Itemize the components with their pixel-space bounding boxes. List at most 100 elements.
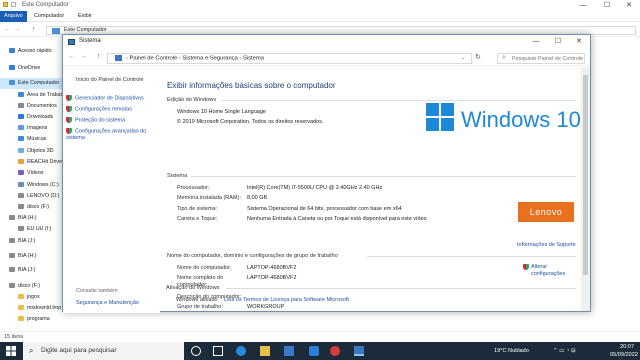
start-icon[interactable] xyxy=(6,346,16,356)
control-panel-home-link[interactable]: Início do Painel de Controle xyxy=(76,77,144,83)
system-protection-link[interactable]: Proteção do sistema xyxy=(66,117,125,123)
security-maintenance-link[interactable]: Segurança e Manutenção xyxy=(76,300,139,306)
file-explorer-icon[interactable] xyxy=(260,346,270,356)
app-icon[interactable] xyxy=(330,346,340,356)
back-icon[interactable]: ← xyxy=(67,53,76,60)
chevron-down-icon[interactable]: ⌄ xyxy=(461,55,465,61)
sidebar-item[interactable]: Músicas xyxy=(0,134,62,145)
sidebar-item[interactable]: msdownld.tmp xyxy=(0,303,62,314)
forward-icon[interactable]: → xyxy=(79,53,88,60)
sidebar-item-icon xyxy=(18,294,24,300)
activation-section-title: Ativação do Windows xyxy=(166,285,220,291)
remote-settings-link[interactable]: Configurações remotas xyxy=(66,106,132,112)
navigation-pane: Acesso rápido OneDrive Este Computador Área… xyxy=(0,40,62,330)
task-view-icon[interactable] xyxy=(213,346,223,356)
lenovo-logo: Lenovo xyxy=(518,202,574,222)
explorer-title: Este Computador xyxy=(22,2,69,8)
close-button[interactable]: ✕ xyxy=(568,36,590,47)
taskbar-search-input[interactable]: Digite aqui para pesquisar xyxy=(23,342,184,360)
sidebar-item[interactable]: Downloads xyxy=(0,112,62,123)
close-button[interactable]: ✕ xyxy=(618,0,640,11)
quick-access-icon[interactable] xyxy=(11,2,16,7)
maximize-button[interactable]: ☐ xyxy=(547,36,569,47)
back-icon[interactable]: ← xyxy=(4,26,11,33)
windows-logo-icon xyxy=(426,103,454,131)
system-window: Sistema — ☐ ✕ ← → ↑ › Painel de Controle… xyxy=(62,34,591,313)
sidebar-item[interactable]: BIA (H:) xyxy=(0,251,62,262)
breadcrumb: › Painel de Controle › Sistema e Seguran… xyxy=(115,55,264,62)
system-type-label: Tipo de sistema: xyxy=(177,206,218,212)
sidebar-item-icon xyxy=(9,65,15,71)
see-also-label: Consulte também xyxy=(76,288,118,294)
maximize-button[interactable]: ☐ xyxy=(596,0,618,11)
sidebar-item[interactable]: REACHit Drive xyxy=(0,157,62,168)
mail-icon[interactable] xyxy=(309,346,319,356)
sidebar-item[interactable]: Windows (C:) xyxy=(0,180,62,191)
sidebar-item[interactable]: jogos xyxy=(0,292,62,303)
search-icon: ⌕ xyxy=(502,54,506,61)
license-terms-link[interactable]: Leia os Termos de Licença para Software … xyxy=(224,297,349,303)
sidebar-item-label: Documentos xyxy=(27,103,57,109)
pen-touch-label: Caneta e Toque: xyxy=(177,216,218,222)
clock-date[interactable]: 05/09/2022 xyxy=(610,352,638,358)
breadcrumb-system[interactable]: Sistema xyxy=(243,56,264,62)
sidebar-item[interactable]: LENOVO (D:) xyxy=(0,191,62,202)
clock-time[interactable]: 20:07 xyxy=(620,344,634,350)
sidebar-item-label: BIA (H:) xyxy=(18,253,37,259)
store-icon[interactable] xyxy=(284,346,294,356)
system-type-value: Sistema Operacional de 64 bits, processa… xyxy=(247,206,402,212)
sidebar-item-label: OneDrive xyxy=(18,65,41,71)
workgroup-value: WORKGROUP xyxy=(247,304,285,310)
tab-exibir[interactable]: Exibir xyxy=(74,11,96,22)
explorer-titlebar: Este Computador — ☐ ✕ xyxy=(0,0,640,11)
sidebar-item[interactable]: disco (F:) xyxy=(0,202,62,213)
shield-icon xyxy=(66,117,72,123)
sidebar-item[interactable]: Este Computador xyxy=(0,78,62,89)
name-section-title: Nome do computador, domínio e configuraç… xyxy=(167,253,338,259)
support-info-link[interactable]: Informações de Suporte xyxy=(517,242,576,248)
tab-arquivo[interactable]: Arquivo xyxy=(0,11,27,22)
edge-icon[interactable] xyxy=(236,346,246,356)
shield-icon xyxy=(66,95,72,101)
sidebar-item-icon xyxy=(18,305,24,311)
sidebar-item[interactable]: Objetos 3D xyxy=(0,146,62,157)
sidebar-item[interactable]: BIA (J:) xyxy=(0,236,62,247)
cortana-icon[interactable] xyxy=(191,346,201,356)
sidebar-item[interactable]: BIA (H:) xyxy=(0,213,62,224)
refresh-icon[interactable]: ↻ xyxy=(475,53,481,61)
up-icon[interactable]: ↑ xyxy=(32,26,36,33)
sidebar-item[interactable]: Acesso rápido xyxy=(0,46,62,57)
weather-text[interactable]: 19°C Nublado xyxy=(494,348,529,354)
pen-touch-value: Nenhuma Entrada à Caneta ou por Toque es… xyxy=(247,216,427,222)
computer-icon xyxy=(52,28,60,34)
up-icon[interactable]: ↑ xyxy=(94,53,103,60)
breadcrumb-system-security[interactable]: Sistema e Segurança xyxy=(182,56,237,62)
sidebar-item-icon xyxy=(18,170,24,176)
sidebar-item[interactable]: Documentos xyxy=(0,101,62,112)
advanced-settings-link[interactable]: Configurações avançadas do sistema xyxy=(66,128,156,142)
sidebar-item[interactable]: Imagens xyxy=(0,123,62,134)
address-text: Este Computador xyxy=(64,27,107,33)
sidebar-item[interactable]: programa xyxy=(0,314,62,325)
tray-icons[interactable]: ⌃ ▭ ◔ ⊟ xyxy=(553,348,576,354)
minimize-button[interactable]: — xyxy=(572,0,594,11)
sidebar-item-icon xyxy=(18,159,24,165)
breadcrumb-control-panel[interactable]: Painel de Controle xyxy=(130,56,178,62)
tab-computador[interactable]: Computador xyxy=(30,11,68,22)
device-manager-link[interactable]: Gerenciador de Dispositivos xyxy=(66,95,144,101)
sidebar-item[interactable]: disco (F:) xyxy=(0,281,62,292)
forward-icon[interactable]: → xyxy=(14,26,21,33)
sidebar-item[interactable]: Área de Trabal xyxy=(0,90,62,101)
sidebar-item-label: Vídeos xyxy=(27,170,44,176)
minimize-button[interactable]: — xyxy=(525,36,547,47)
sidebar-item[interactable]: Vídeos xyxy=(0,168,62,179)
sidebar-item[interactable]: EU UU (I:) xyxy=(0,224,62,235)
sidebar-item[interactable]: OneDrive xyxy=(0,63,62,74)
scrollbar-thumb[interactable] xyxy=(583,75,588,275)
scrollbar[interactable] xyxy=(581,67,590,311)
system-window-taskbar-icon[interactable] xyxy=(354,346,364,356)
search-input[interactable]: Pesquisar Painel de Controle xyxy=(497,53,585,64)
system-titlebar: Sistema — ☐ ✕ xyxy=(63,35,590,49)
divider xyxy=(226,288,576,289)
sidebar-item[interactable]: BIA (J:) xyxy=(0,265,62,276)
